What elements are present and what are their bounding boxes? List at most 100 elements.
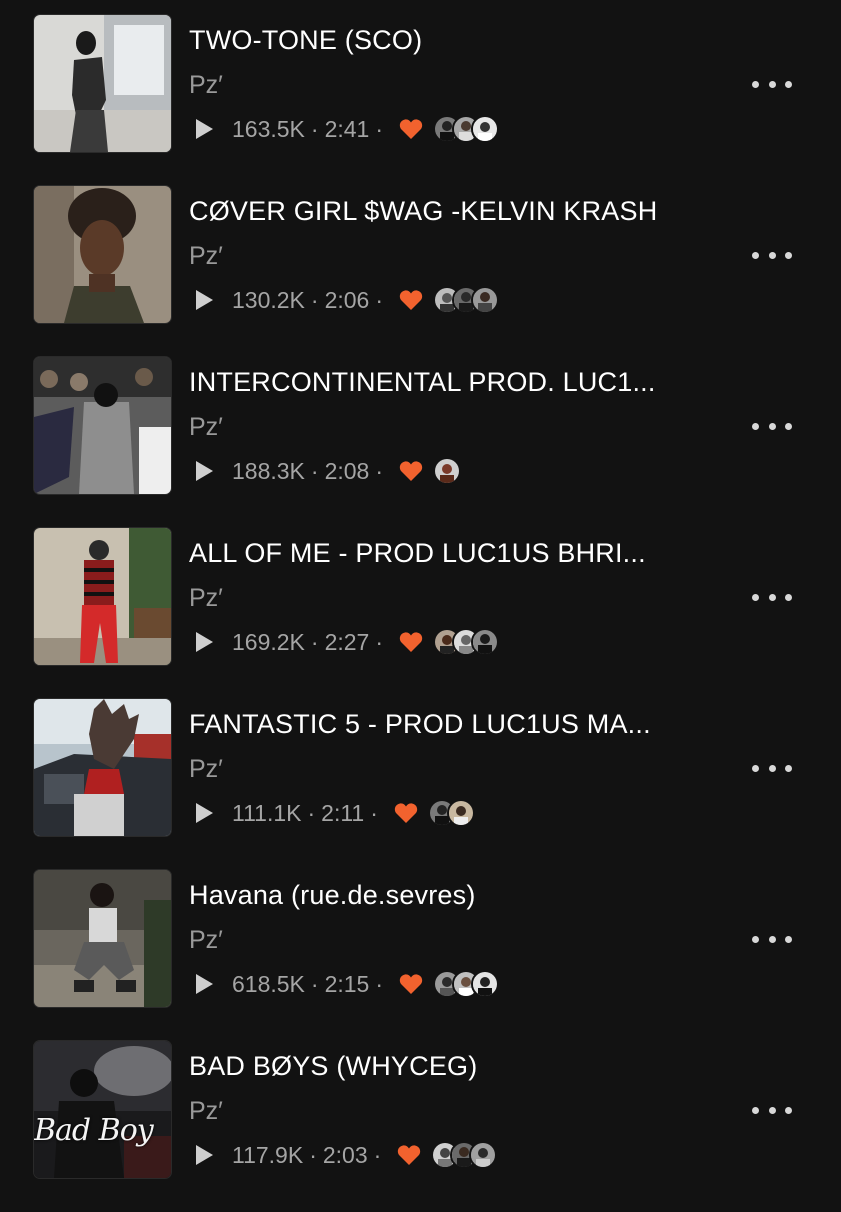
track-row[interactable]: Havana (rue.de.sevres) Pz′ 618.5K · 2:15… (0, 870, 841, 1041)
track-row[interactable]: Bad Boy BAD BØYS (WHYCEG) Pz′ 117.9K · 2… (0, 1041, 841, 1212)
track-list: TWO-TONE (SCO) Pz′ 163.5K · 2:41 · CØVER… (0, 15, 841, 1212)
track-duration: 2:41 (324, 115, 370, 142)
heart-icon[interactable] (399, 631, 423, 653)
artwork-photo (34, 528, 171, 665)
track-title[interactable]: Havana (rue.de.sevres) (189, 880, 476, 911)
avatar (471, 970, 500, 998)
track-row[interactable]: FANTASTIC 5 - PROD LUC1US MA... Pz′ 111.… (0, 699, 841, 870)
track-artwork[interactable] (34, 870, 171, 1007)
liker-avatars[interactable] (433, 115, 500, 143)
more-dot (785, 764, 792, 772)
separator-dot: · (307, 799, 316, 826)
artwork-photo (34, 357, 171, 494)
track-artwork[interactable] (34, 186, 171, 323)
play-count-icon (196, 290, 213, 310)
track-row[interactable]: ALL OF ME - PROD LUC1US BHRI... Pz′ 169.… (0, 528, 841, 699)
heart-icon[interactable] (394, 802, 418, 824)
more-dot (768, 764, 776, 772)
more-dot (752, 251, 759, 259)
more-options-button[interactable] (752, 926, 792, 952)
liker-avatars[interactable] (433, 286, 500, 314)
more-options-button[interactable] (752, 755, 792, 781)
more-options-button[interactable] (752, 71, 792, 97)
play-count-icon (196, 1145, 213, 1165)
track-title[interactable]: TWO-TONE (SCO) (189, 25, 422, 56)
track-artist[interactable]: Pz′ (189, 71, 223, 100)
heart-icon[interactable] (399, 973, 423, 995)
artwork-photo (34, 1041, 171, 1178)
more-options-button[interactable] (752, 413, 792, 439)
more-dot (752, 80, 759, 88)
liker-avatars[interactable] (433, 628, 500, 656)
more-dot (785, 1106, 792, 1114)
artwork-photo (34, 15, 171, 152)
more-dot (768, 593, 776, 601)
more-options-button[interactable] (752, 584, 792, 610)
separator-dot: · (375, 457, 384, 484)
track-row[interactable]: CØVER GIRL $WAG -KELVIN KRASH Pz′ 130.2K… (0, 186, 841, 357)
play-count: 618.5K (232, 970, 305, 997)
track-duration: 2:15 (324, 970, 370, 997)
more-dot (768, 1106, 776, 1114)
track-artist[interactable]: Pz′ (189, 755, 223, 784)
separator-dot: · (309, 1141, 317, 1168)
heart-icon[interactable] (399, 289, 423, 311)
track-artist[interactable]: Pz′ (189, 584, 223, 613)
track-duration: 2:11 (321, 799, 365, 826)
track-duration: 2:03 (322, 1141, 368, 1168)
track-title[interactable]: ALL OF ME - PROD LUC1US BHRI... (189, 538, 646, 569)
more-dot (752, 593, 759, 601)
track-stats: 111.1K · 2:11 · (196, 799, 475, 827)
separator-dot: · (370, 799, 378, 826)
track-artist[interactable]: Pz′ (189, 1097, 223, 1126)
play-count: 117.9K (232, 1141, 304, 1168)
avatar (471, 115, 500, 143)
play-count-icon (196, 119, 213, 139)
track-stats: 169.2K · 2:27 · (196, 628, 500, 656)
liker-avatars[interactable] (433, 970, 500, 998)
track-stats: 130.2K · 2:06 · (196, 286, 500, 314)
track-artwork[interactable] (34, 357, 171, 494)
track-stats: 163.5K · 2:41 · (196, 115, 500, 143)
play-count: 169.2K (232, 628, 305, 655)
track-title[interactable]: CØVER GIRL $WAG -KELVIN KRASH (189, 196, 657, 227)
heart-icon[interactable] (399, 118, 423, 140)
play-count-icon (196, 461, 213, 481)
separator-dot: · (373, 1141, 382, 1168)
separator-dot: · (310, 115, 319, 142)
track-artist[interactable]: Pz′ (189, 242, 223, 271)
track-row[interactable]: INTERCONTINENTAL PROD. LUC1... Pz′ 188.3… (0, 357, 841, 528)
avatar (471, 628, 500, 656)
track-artwork[interactable] (34, 15, 171, 152)
more-options-button[interactable] (752, 242, 792, 268)
track-title[interactable]: FANTASTIC 5 - PROD LUC1US MA... (189, 709, 651, 740)
more-options-button[interactable] (752, 1097, 792, 1123)
liker-avatars[interactable] (427, 799, 475, 827)
track-artwork[interactable] (34, 699, 171, 836)
separator-dot: · (310, 286, 319, 313)
heart-icon[interactable] (397, 1144, 421, 1166)
track-title[interactable]: BAD BØYS (WHYCEG) (189, 1051, 477, 1082)
more-dot (785, 935, 792, 943)
track-artist[interactable]: Pz′ (189, 926, 223, 955)
track-artist[interactable]: Pz′ (189, 413, 223, 442)
more-dot (752, 764, 759, 772)
avatar (471, 286, 500, 314)
track-artwork[interactable] (34, 528, 171, 665)
track-title[interactable]: INTERCONTINENTAL PROD. LUC1... (189, 367, 656, 398)
track-duration: 2:27 (324, 628, 370, 655)
track-duration: 2:06 (324, 286, 370, 313)
more-dot (768, 935, 776, 943)
track-artwork[interactable]: Bad Boy (34, 1041, 171, 1178)
separator-dot: · (310, 628, 319, 655)
liker-avatars[interactable] (433, 457, 462, 485)
artwork-photo (34, 186, 171, 323)
heart-icon[interactable] (399, 460, 423, 482)
track-row[interactable]: TWO-TONE (SCO) Pz′ 163.5K · 2:41 · (0, 15, 841, 186)
artwork-logo-text: Bad Boy (34, 1113, 154, 1148)
liker-avatars[interactable] (431, 1141, 498, 1169)
more-dot (785, 422, 792, 430)
separator-dot: · (375, 628, 384, 655)
avatar (446, 799, 475, 827)
more-dot (785, 251, 792, 259)
